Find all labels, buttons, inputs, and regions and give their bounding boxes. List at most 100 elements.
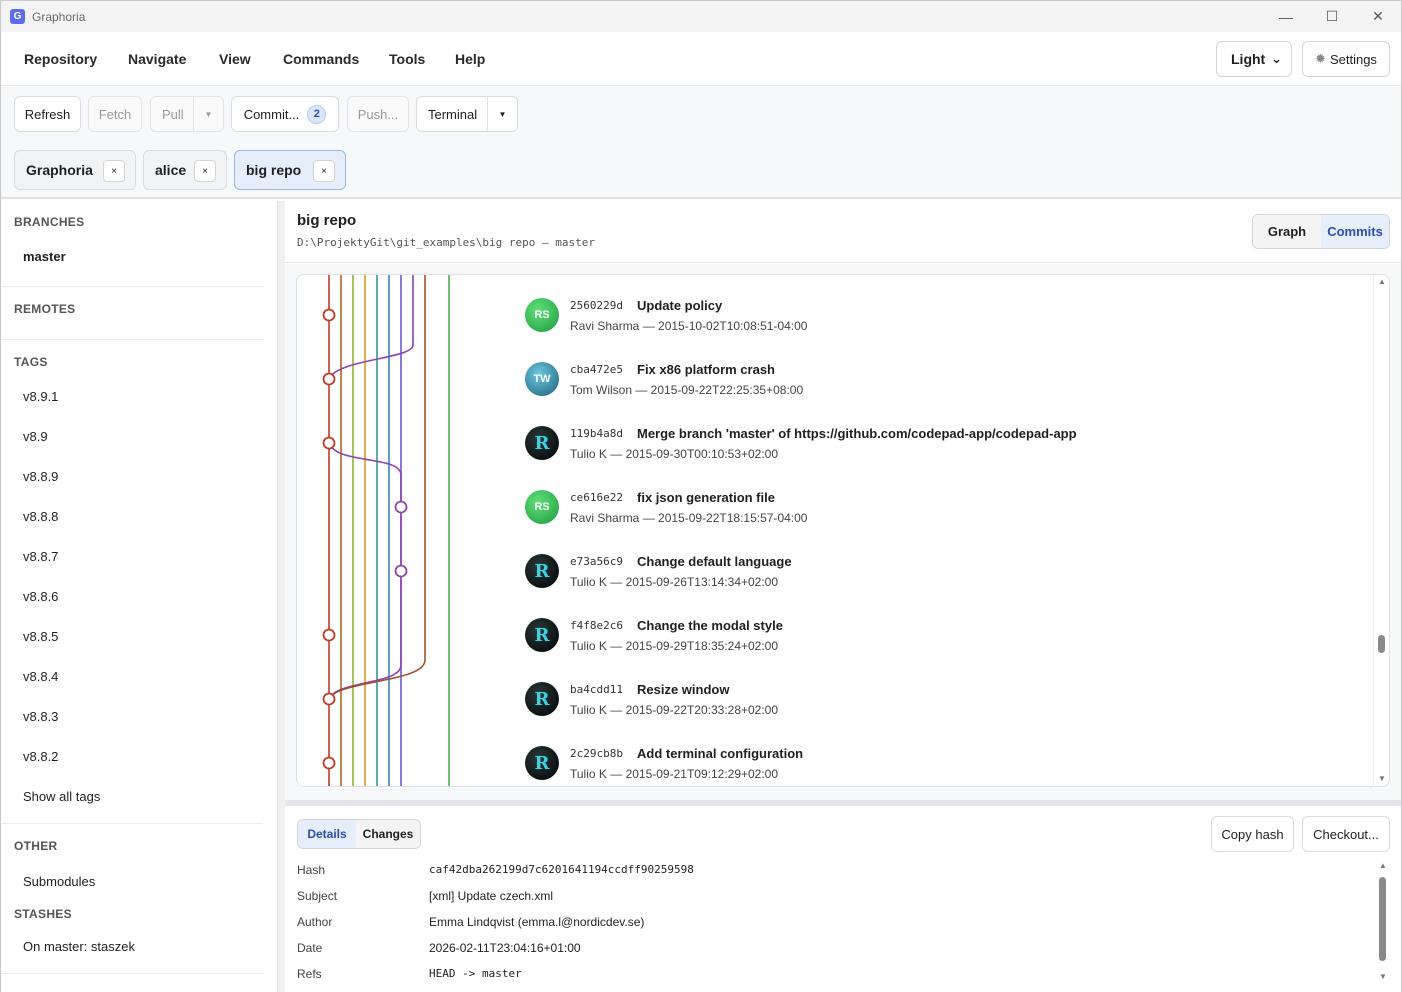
repo-tab-graphoria[interactable]: Graphoria ×: [14, 150, 136, 190]
tag-item[interactable]: v8.8.2: [23, 749, 58, 764]
scroll-down-icon[interactable]: ▼: [1379, 972, 1387, 981]
divider: [1, 973, 263, 974]
refresh-button[interactable]: Refresh: [14, 96, 81, 132]
window-title: Graphoria: [32, 9, 86, 24]
branches-heading: BRANCHES: [14, 215, 85, 229]
settings-button[interactable]: ✹ Settings: [1302, 41, 1390, 77]
avatar: R: [525, 682, 559, 716]
submodules-item[interactable]: Submodules: [23, 874, 95, 889]
divider: [1, 286, 263, 287]
window-controls: — ☐ ✕: [1263, 1, 1401, 32]
divider: [1, 339, 263, 340]
fetch-button[interactable]: Fetch: [88, 96, 142, 132]
date-label: Date: [297, 941, 323, 955]
tab-details[interactable]: Details: [298, 820, 356, 848]
tag-item[interactable]: v8.8.6: [23, 589, 58, 604]
menu-repository[interactable]: Repository: [24, 51, 97, 67]
avatar: R: [525, 746, 559, 780]
menu-navigate[interactable]: Navigate: [128, 51, 186, 67]
repo-path: D:\ProjektyGit\git_examples\big repo — m…: [297, 236, 596, 249]
push-button[interactable]: Push...: [347, 96, 409, 132]
close-tab-icon[interactable]: ×: [313, 160, 335, 182]
menu-tools[interactable]: Tools: [389, 51, 425, 67]
close-tab-icon[interactable]: ×: [103, 160, 125, 182]
commit-graph-panel: RS 2560229d Update policy Ravi Sharma — …: [296, 274, 1390, 787]
sidebar-resize-handle[interactable]: [278, 201, 285, 992]
commit-hash: e73a56c9: [570, 555, 623, 568]
tab-graph[interactable]: Graph: [1253, 215, 1321, 248]
hash-label: Hash: [297, 863, 326, 877]
theme-select-value: Light: [1231, 51, 1266, 67]
avatar: R: [525, 554, 559, 588]
close-tab-icon[interactable]: ×: [194, 160, 216, 182]
repo-tab-label: alice: [155, 162, 187, 178]
minimize-icon[interactable]: —: [1263, 1, 1309, 32]
scroll-down-icon[interactable]: ▼: [1378, 774, 1386, 783]
tag-item[interactable]: v8.9.1: [23, 389, 58, 404]
tag-item[interactable]: v8.8.8: [23, 509, 58, 524]
commit-button[interactable]: Commit... 2: [231, 96, 339, 132]
scroll-thumb[interactable]: [1379, 877, 1386, 961]
close-window-icon[interactable]: ✕: [1355, 1, 1401, 32]
tag-item[interactable]: v8.8.3: [23, 709, 58, 724]
terminal-button[interactable]: Terminal ▼: [416, 96, 518, 132]
app-window: G Graphoria — ☐ ✕ Repository Navigate Vi…: [0, 0, 1402, 992]
author-value: Emma Lindqvist (emma.l@nordicdev.se): [429, 915, 645, 929]
avatar: R: [525, 618, 559, 652]
graph-area: RS 2560229d Update policy Ravi Sharma — …: [285, 264, 1401, 800]
repo-header: big repo D:\ProjektyGit\git_examples\big…: [285, 201, 1401, 263]
terminal-dropdown-icon[interactable]: ▼: [487, 97, 517, 131]
copy-hash-button[interactable]: Copy hash: [1211, 816, 1294, 852]
repo-tab-alice[interactable]: alice ×: [143, 150, 227, 190]
graph-scrollbar[interactable]: ▲ ▼: [1373, 275, 1389, 786]
pull-button[interactable]: Pull ▼: [150, 96, 224, 132]
branch-item-master[interactable]: master: [23, 249, 66, 264]
show-all-tags-link[interactable]: Show all tags: [23, 789, 100, 804]
details-scrollbar[interactable]: ▲ ▼: [1375, 861, 1391, 981]
repo-tab-big-repo[interactable]: big repo ×: [234, 150, 346, 190]
maximize-icon[interactable]: ☐: [1309, 1, 1355, 32]
commit-hash: cba472e5: [570, 363, 623, 376]
other-heading: OTHER: [14, 839, 58, 853]
commit-meta: Tulio K — 2015-09-26T13:14:34+02:00: [570, 575, 779, 589]
stash-item[interactable]: On master: staszek: [23, 939, 135, 954]
commit-subject: Add terminal configuration: [637, 746, 804, 761]
commit-meta: Ravi Sharma — 2015-10-02T10:08:51-04:00: [570, 319, 808, 333]
menu-view[interactable]: View: [219, 51, 251, 67]
menu-help[interactable]: Help: [455, 51, 485, 67]
menu-bar: Repository Navigate View Commands Tools …: [1, 32, 1401, 86]
sidebar: BRANCHES master REMOTES TAGS v8.9.1 v8.9…: [1, 201, 278, 992]
tag-item[interactable]: v8.8.7: [23, 549, 58, 564]
title-bar: G Graphoria — ☐ ✕: [1, 1, 1401, 32]
menu-commands[interactable]: Commands: [283, 51, 359, 67]
tag-item[interactable]: v8.8.4: [23, 669, 58, 684]
commit-subject: fix json generation file: [637, 490, 775, 505]
commit-subject: Update policy: [637, 298, 723, 313]
tab-changes[interactable]: Changes: [356, 820, 420, 848]
date-value: 2026-02-11T23:04:16+01:00: [429, 941, 581, 955]
divider: [1, 823, 263, 824]
subject-value: [xml] Update czech.xml: [429, 889, 554, 903]
scroll-up-icon[interactable]: ▲: [1379, 861, 1387, 870]
scroll-up-icon[interactable]: ▲: [1378, 277, 1386, 286]
tag-item[interactable]: v8.8.5: [23, 629, 58, 644]
checkout-button[interactable]: Checkout...: [1302, 816, 1390, 852]
commit-hash: ce616e22: [570, 491, 623, 504]
tag-item[interactable]: v8.8.9: [23, 469, 58, 484]
repo-tab-label: big repo: [246, 162, 302, 178]
scroll-thumb[interactable]: [1378, 635, 1385, 653]
page-title: big repo: [297, 212, 357, 229]
tab-commits[interactable]: Commits: [1321, 215, 1389, 248]
gear-icon: ✹: [1315, 51, 1326, 66]
repo-tab-label: Graphoria: [26, 162, 93, 178]
avatar: RS: [525, 490, 559, 524]
commit-subject: Change default language: [637, 554, 792, 569]
commit-subject: Resize window: [637, 682, 730, 697]
stashes-heading: STASHES: [14, 907, 72, 921]
theme-select[interactable]: Light ⌄: [1216, 41, 1292, 77]
tag-item[interactable]: v8.9: [23, 429, 48, 444]
pull-dropdown-icon[interactable]: ▼: [193, 97, 223, 131]
commit-subject: Merge branch 'master' of https://github.…: [637, 426, 1077, 441]
view-switch: Graph Commits: [1252, 214, 1390, 249]
commit-hash: 119b4a8d: [570, 427, 623, 440]
